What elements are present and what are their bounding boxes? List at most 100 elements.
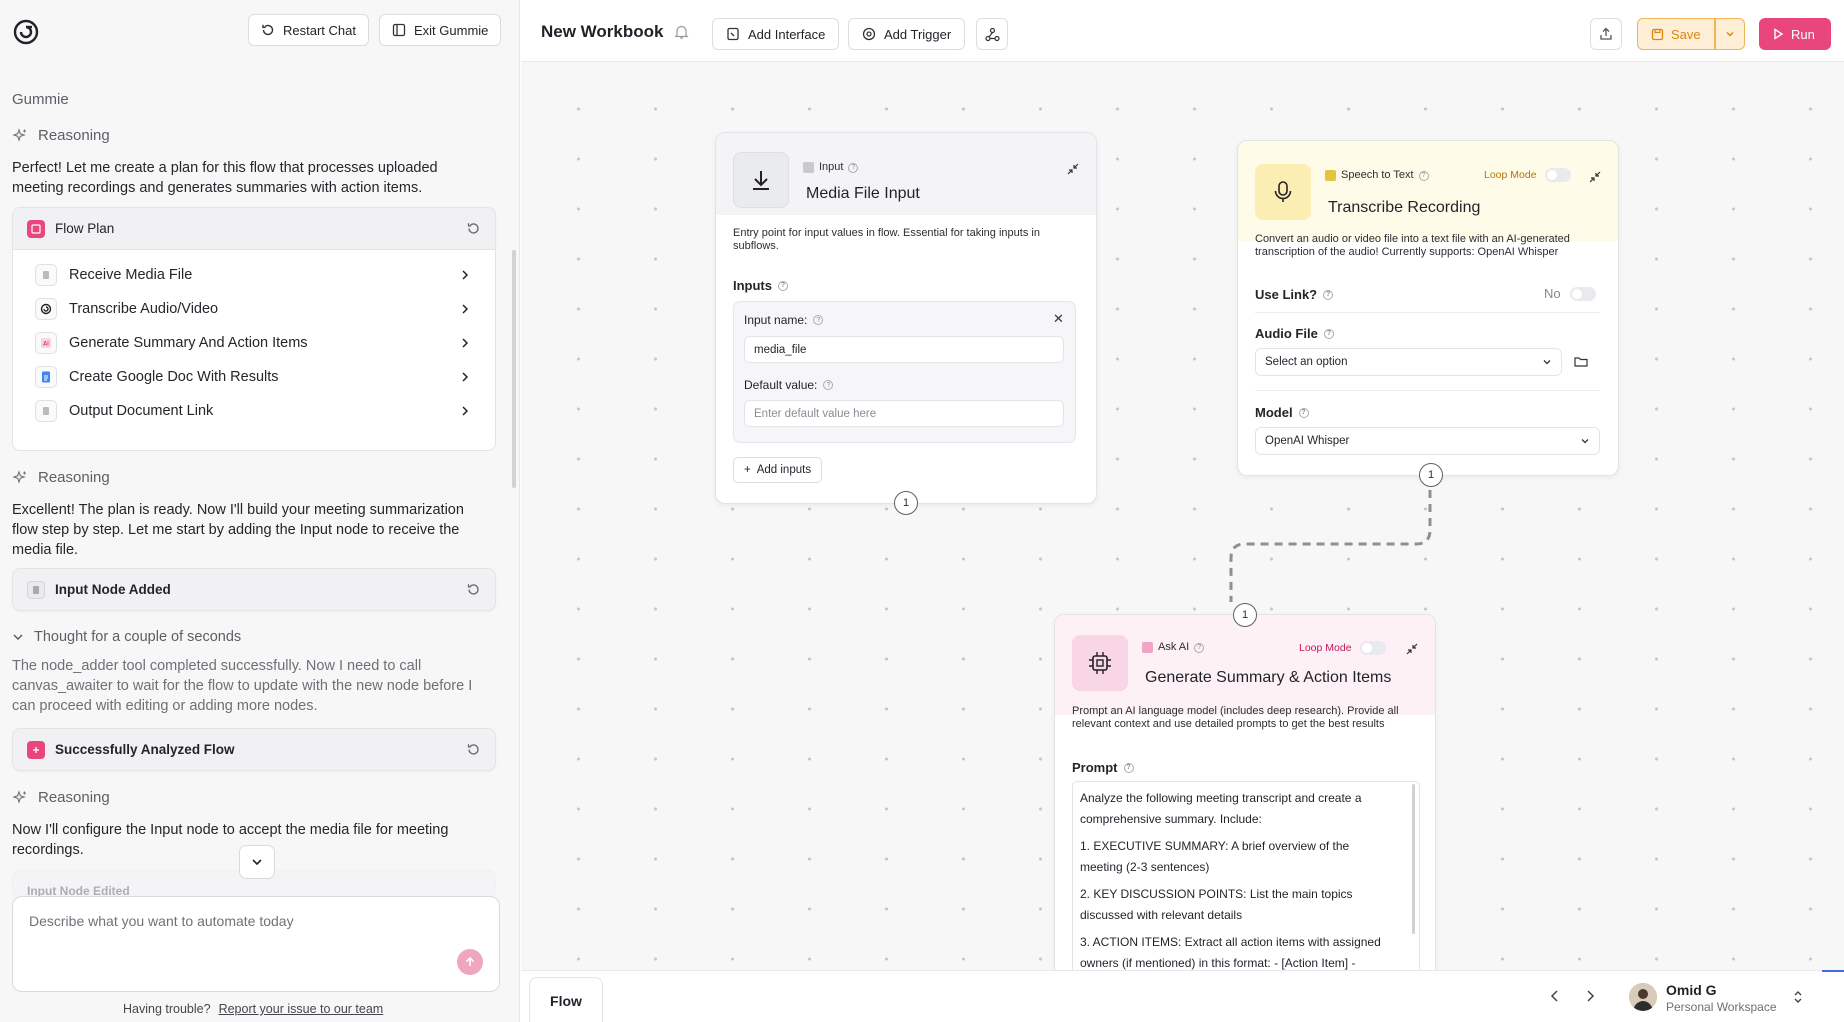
loop-mode-toggle[interactable]: Loop Mode	[1484, 168, 1571, 182]
scroll-down-button[interactable]	[239, 845, 275, 879]
thought-text: The node_adder tool completed successful…	[12, 658, 473, 714]
help-icon[interactable]: ?	[1194, 642, 1205, 653]
use-link-toggle[interactable]: No	[1544, 286, 1596, 301]
audio-file-select[interactable]: Select an option	[1255, 348, 1562, 376]
inputs-label: Inputs?	[733, 278, 788, 293]
send-button[interactable]	[457, 949, 483, 975]
ask-ai-node[interactable]: 1 Ask AI ? Loop Mode Generate Summary & …	[1054, 603, 1436, 970]
folder-icon[interactable]	[1574, 355, 1588, 368]
prompt-scrollbar[interactable]	[1412, 784, 1415, 934]
remove-input-icon[interactable]: ✕	[1053, 311, 1064, 327]
trouble-row: Having trouble? Report your issue to our…	[123, 1002, 383, 1016]
input-port[interactable]: 1	[1233, 603, 1257, 627]
default-value-field[interactable]: Enter default value here	[744, 400, 1064, 427]
speech-type-label: Speech to Text	[1341, 169, 1414, 181]
add-inputs-button[interactable]: + Add inputs	[733, 457, 823, 483]
workbook-title[interactable]: New Workbook	[541, 22, 663, 42]
flow-canvas[interactable]: Input ? Media File Input Entry point for…	[521, 62, 1844, 970]
run-button[interactable]: Run	[1759, 18, 1831, 50]
tab-flow[interactable]: Flow	[529, 977, 603, 1022]
restart-icon	[261, 23, 275, 37]
help-icon[interactable]: ?	[823, 380, 834, 390]
plan-item-google-doc[interactable]: Create Google Doc With Results	[13, 360, 495, 394]
speech-node-title[interactable]: Transcribe Recording	[1328, 199, 1480, 217]
loop-mode-label: Loop Mode	[1484, 169, 1537, 181]
help-icon[interactable]: ?	[1418, 170, 1429, 181]
output-port[interactable]: 1	[894, 491, 918, 515]
interface-icon	[726, 27, 740, 41]
plan-item-label: Receive Media File	[69, 267, 193, 283]
collapse-icon[interactable]	[1067, 163, 1079, 175]
loop-mode-switch[interactable]	[1544, 168, 1571, 182]
input-node-title[interactable]: Media File Input	[806, 185, 920, 203]
help-icon[interactable]: ?	[1298, 407, 1309, 418]
help-icon[interactable]: ?	[813, 315, 824, 325]
input-node[interactable]: Input ? Media File Input Entry point for…	[715, 132, 1097, 515]
chevron-right-icon	[461, 337, 469, 349]
microphone-icon	[1255, 164, 1311, 220]
add-interface-label: Add Interface	[748, 26, 826, 42]
speech-node-type: Speech to Text ?	[1325, 169, 1429, 182]
flow-plan-icon	[27, 219, 45, 238]
input-name-field[interactable]: media_file	[744, 336, 1064, 363]
assistant-message: Excellent! The plan is ready. Now I'll b…	[12, 502, 464, 558]
scroll-indicator	[1822, 970, 1844, 972]
plan-item-output-link[interactable]: Output Document Link	[13, 394, 495, 428]
plan-item-generate-summary[interactable]: AI Generate Summary And Action Items	[13, 326, 495, 360]
chevron-left-icon[interactable]	[1550, 989, 1560, 1003]
input-node-added-card[interactable]: Input Node Added	[12, 568, 496, 611]
refresh-icon[interactable]	[466, 221, 481, 236]
help-icon[interactable]: ?	[1323, 289, 1334, 300]
bell-icon[interactable]	[674, 24, 689, 40]
avatar[interactable]	[1629, 983, 1657, 1011]
use-link-switch[interactable]	[1569, 286, 1596, 301]
chat-input-box[interactable]: Describe what you want to automate today	[12, 896, 500, 992]
help-icon[interactable]: ?	[778, 280, 788, 291]
add-trigger-button[interactable]: Add Trigger	[848, 18, 966, 50]
prompt-textarea[interactable]: Analyze the following meeting transcript…	[1072, 781, 1420, 970]
plan-item-transcribe[interactable]: Transcribe Audio/Video	[13, 292, 495, 326]
model-select[interactable]: OpenAI Whisper	[1255, 427, 1600, 455]
input-type-label: Input	[819, 161, 844, 173]
exit-gummie-label: Exit Gummie	[414, 22, 489, 38]
output-port[interactable]: 1	[1419, 463, 1443, 487]
chevron-down-icon	[1542, 357, 1552, 367]
audio-file-label: Audio File?	[1255, 326, 1334, 341]
flow-plan-card-header[interactable]: Flow Plan	[12, 207, 496, 250]
reasoning-header: Reasoning	[12, 469, 110, 486]
chevron-updown-icon[interactable]	[1793, 989, 1803, 1005]
analyzed-flow-card[interactable]: Successfully Analyzed Flow	[12, 728, 496, 771]
collapse-icon[interactable]	[1406, 643, 1418, 655]
share-button[interactable]	[1590, 18, 1622, 50]
loop-mode-toggle[interactable]: Loop Mode	[1299, 641, 1386, 655]
help-icon[interactable]: ?	[848, 162, 859, 173]
input-node-added-label: Input Node Added	[55, 582, 171, 597]
add-interface-button[interactable]: Add Interface	[712, 18, 840, 50]
webhook-button[interactable]	[976, 18, 1008, 50]
agent-name: Gummie	[12, 91, 69, 108]
chevron-right-icon[interactable]	[1585, 989, 1595, 1003]
restart-chat-button[interactable]: Restart Chat	[248, 14, 369, 46]
reasoning-label: Reasoning	[38, 127, 110, 144]
save-label: Save	[1671, 26, 1701, 42]
chat-input-placeholder[interactable]: Describe what you want to automate today	[29, 913, 294, 929]
save-button[interactable]: Save	[1637, 18, 1715, 50]
help-icon[interactable]: ?	[1123, 762, 1134, 773]
report-issue-link[interactable]: Report your issue to our team	[219, 1002, 384, 1016]
app-logo[interactable]	[12, 18, 40, 46]
exit-gummie-button[interactable]: Exit Gummie	[379, 14, 502, 46]
save-options-button[interactable]	[1715, 18, 1745, 50]
help-icon[interactable]: ?	[1323, 328, 1334, 339]
speech-to-text-node[interactable]: Speech to Text ? Loop Mode Transcribe Re…	[1237, 140, 1619, 487]
askai-node-title[interactable]: Generate Summary & Action Items	[1145, 669, 1391, 687]
arrow-up-icon	[464, 956, 476, 968]
plan-item-receive-media[interactable]: Receive Media File	[13, 258, 495, 292]
refresh-icon[interactable]	[466, 742, 481, 757]
chat-scrollbar[interactable]	[512, 250, 516, 488]
refresh-icon[interactable]	[466, 582, 481, 597]
collapse-icon[interactable]	[1589, 171, 1601, 183]
thought-toggle[interactable]: Thought for a couple of seconds	[12, 629, 241, 645]
plan-item-label: Generate Summary And Action Items	[69, 335, 308, 351]
run-label: Run	[1791, 26, 1815, 42]
loop-mode-switch[interactable]	[1359, 641, 1386, 655]
